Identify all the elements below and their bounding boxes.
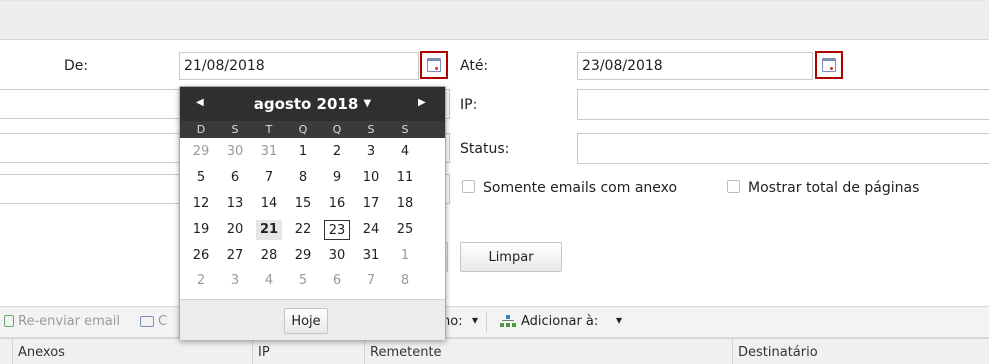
mostrar-total-label: Mostrar total de páginas	[748, 180, 920, 196]
de-label: De:	[64, 58, 89, 74]
chevron-down-icon: ▾	[472, 313, 479, 327]
calendar-day[interactable]: 22	[290, 220, 316, 240]
top-header-band	[0, 0, 989, 40]
calendar-day[interactable]: 4	[256, 271, 282, 291]
calendar-day[interactable]: 7	[358, 271, 384, 291]
calendar-day[interactable]: 18	[392, 194, 418, 214]
datepicker-month-title[interactable]: agosto 2018 ▼	[180, 95, 445, 113]
calendar-day[interactable]: 27	[222, 246, 248, 266]
calendar-day[interactable]: 5	[188, 168, 214, 188]
calendar-day[interactable]: 6	[222, 168, 248, 188]
weekday-label: S	[367, 123, 375, 136]
calendar-day[interactable]: 16	[324, 194, 350, 214]
calendar-day[interactable]: 28	[256, 246, 282, 266]
datepicker-month-label: agosto 2018	[253, 95, 359, 113]
hoje-button[interactable]: Hoje	[284, 308, 328, 334]
calendar-day[interactable]: 15	[290, 194, 316, 214]
calendar-day[interactable]: 3	[358, 142, 384, 162]
calendar-day[interactable]: 29	[188, 142, 214, 162]
ip-label: IP:	[460, 97, 478, 113]
chevron-down-icon: ▼	[363, 98, 372, 109]
calendar-icon	[427, 58, 441, 72]
status-label: Status:	[460, 141, 510, 157]
calendar-day[interactable]: 21	[256, 220, 282, 240]
calendar-icon	[822, 58, 836, 72]
calendar-day[interactable]: 23	[324, 220, 350, 240]
calendar-day[interactable]: 3	[222, 271, 248, 291]
grid-header-separator	[252, 339, 253, 364]
calendar-day[interactable]: 8	[392, 271, 418, 291]
left-input-row3[interactable]	[0, 174, 182, 204]
calendar-day[interactable]: 6	[324, 271, 350, 291]
column-destinatario[interactable]: Destinatário	[738, 345, 818, 360]
network-icon	[500, 315, 516, 327]
weekday-label: D	[196, 123, 206, 136]
grid-header-separator	[732, 339, 733, 364]
envelope-icon	[140, 316, 154, 327]
mostrar-total-checkbox[interactable]	[727, 180, 740, 193]
somente-anexo-label: Somente emails com anexo	[483, 180, 678, 196]
calendar-day[interactable]: 8	[290, 168, 316, 188]
calendar-day[interactable]: 2	[188, 271, 214, 291]
column-remetente[interactable]: Remetente	[370, 345, 442, 360]
calendar-day[interactable]: 14	[256, 194, 282, 214]
calendar-day[interactable]: 10	[358, 168, 384, 188]
toolbar-partial-button[interactable]: C	[158, 314, 167, 329]
calendar-day[interactable]: 24	[358, 220, 384, 240]
calendar-day[interactable]: 4	[392, 142, 418, 162]
chevron-down-icon: ▾	[616, 313, 623, 327]
calendar-day[interactable]: 13	[222, 194, 248, 214]
datepicker-footer: Hoje	[180, 299, 445, 340]
toolbar-separator	[486, 312, 487, 332]
weekday-label: S	[401, 123, 409, 136]
calendar-day[interactable]: 29	[290, 246, 316, 266]
grid-header-separator	[12, 339, 13, 364]
somente-anexo-checkbox[interactable]	[462, 180, 475, 193]
grid-header-separator	[364, 339, 365, 364]
ip-input[interactable]	[577, 89, 989, 120]
column-ip[interactable]: IP	[258, 345, 270, 360]
calendar-day[interactable]: 7	[256, 168, 282, 188]
calendar-day[interactable]: 31	[256, 142, 282, 162]
weekday-label: S	[231, 123, 239, 136]
weekday-label: Q	[332, 123, 342, 136]
weekday-label: T	[265, 123, 273, 136]
de-calendar-button[interactable]	[420, 51, 448, 79]
calendar-day[interactable]: 31	[358, 246, 384, 266]
status-input[interactable]	[577, 133, 989, 164]
adicionar-a-menu[interactable]: Adicionar à:	[521, 314, 598, 329]
next-month-icon[interactable]: ▶	[418, 97, 426, 108]
calendar-day[interactable]: 1	[392, 246, 418, 266]
calendar-day[interactable]: 30	[324, 246, 350, 266]
calendar-day[interactable]: 1	[290, 142, 316, 162]
calendar-day[interactable]: 2	[324, 142, 350, 162]
weekday-header-row: D S T Q Q S S	[180, 121, 445, 138]
ate-label: Até:	[460, 58, 489, 74]
grid-header	[0, 338, 989, 364]
calendar-day[interactable]: 12	[188, 194, 214, 214]
resend-icon	[4, 315, 14, 327]
ate-date-input[interactable]: 23/08/2018	[577, 52, 813, 80]
limpar-button[interactable]: Limpar	[460, 242, 562, 272]
reenviar-email-button[interactable]: Re-enviar email	[18, 314, 120, 329]
calendar-day[interactable]: 25	[392, 220, 418, 240]
calendar-day[interactable]: 11	[392, 168, 418, 188]
calendar-day[interactable]: 9	[324, 168, 350, 188]
calendar-day[interactable]: 19	[188, 220, 214, 240]
column-anexos[interactable]: Anexos	[18, 345, 65, 360]
datepicker-popup: ◀ agosto 2018 ▼ ▶ D S T Q Q S S 29 30 31 1 2…	[179, 86, 446, 340]
calendar-day[interactable]: 17	[358, 194, 384, 214]
calendar-day[interactable]: 30	[222, 142, 248, 162]
weekday-label: Q	[298, 123, 308, 136]
calendar-day[interactable]: 5	[290, 271, 316, 291]
left-input-row1[interactable]	[0, 89, 182, 119]
calendar-day[interactable]: 26	[188, 246, 214, 266]
ate-calendar-button[interactable]	[815, 51, 843, 79]
de-date-input[interactable]: 21/08/2018	[179, 52, 419, 80]
datepicker-header: ◀ agosto 2018 ▼ ▶	[180, 87, 445, 121]
calendar-day[interactable]: 20	[222, 220, 248, 240]
left-input-row2[interactable]	[0, 133, 182, 163]
